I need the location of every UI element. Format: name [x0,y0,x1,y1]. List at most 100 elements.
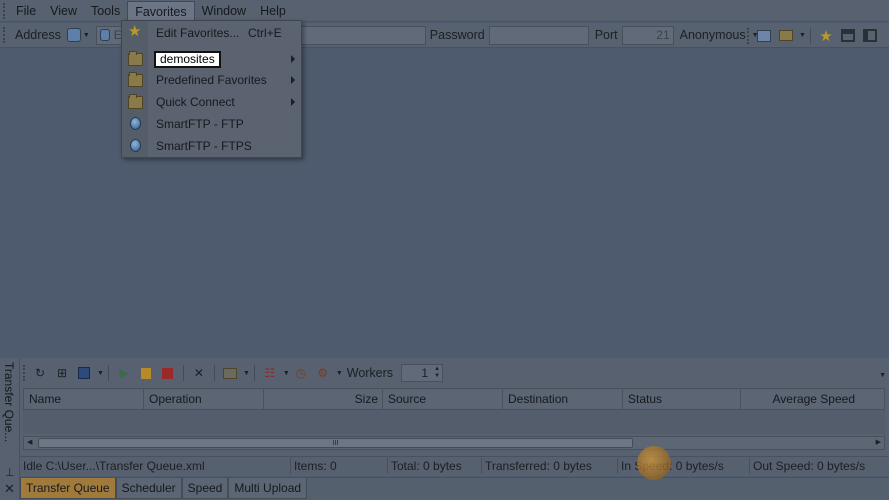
menu-bar: File View Tools Favorites Window Help [0,0,889,22]
add-icon[interactable]: ⊞ [53,365,71,381]
pin-icon[interactable]: ⊥ [5,466,15,479]
scroll-thumb[interactable]: III [38,438,633,448]
favorites-dropdown-menu: ★ Edit Favorites... Ctrl+E demosites Pre… [121,20,302,158]
scroll-thumb-grip: III [332,440,339,447]
scroll-right-icon[interactable]: ▶ [876,438,881,446]
submenu-arrow-icon [291,98,295,106]
column-destination[interactable]: Destination [503,389,623,409]
remove-dropdown-icon[interactable]: ▼ [283,370,290,377]
menu-tools[interactable]: Tools [84,1,127,21]
column-name[interactable]: Name [24,389,144,409]
status-total: Total: 0 bytes [388,457,482,474]
protocol-dropdown-icon[interactable]: ▼ [83,32,90,39]
tab-multi-upload[interactable]: Multi Upload [228,478,308,499]
tab-transfer-queue[interactable]: Transfer Queue [20,478,116,499]
menu-item-label: Edit Favorites... [156,26,240,40]
menu-item-label: SmartFTP - FTP [156,117,244,131]
separator [213,365,215,381]
workers-label: Workers [346,366,394,380]
side-tab-transfer-queue[interactable]: Transfer Que... [2,362,16,442]
transfer-queue-panel: ↻ ⊞ ▼ ▶ ✕ ▼ ☷ ▼ ◷ ⚙ ▼ Workers 1 ▲ ▼ ▼ Na… [20,358,889,476]
transfer-queue-toolbar: ↻ ⊞ ▼ ▶ ✕ ▼ ☷ ▼ ◷ ⚙ ▼ Workers 1 ▲ ▼ [20,362,889,384]
separator [809,27,811,44]
anonymous-label[interactable]: Anonymous [680,28,746,42]
port-input[interactable]: 21 [621,25,674,45]
menu-item-label: SmartFTP - FTPS [156,139,252,153]
password-label: Password [429,28,485,42]
transfer-table-header: Name Operation Size Source Destination S… [23,388,885,410]
menu-window[interactable]: Window [195,1,253,21]
close-icon[interactable]: ✕ [4,481,15,497]
folder-icon [128,51,143,66]
connect-icon[interactable] [755,28,773,44]
tab-speed[interactable]: Speed [181,478,229,499]
menu-item-edit-favorites[interactable]: ★ Edit Favorites... Ctrl+E [122,22,301,44]
options-dropdown-icon[interactable]: ▼ [336,370,343,377]
save-dropdown-icon[interactable]: ▼ [97,370,104,377]
favorites-star-icon[interactable]: ★ [817,28,835,45]
workers-stepper[interactable]: 1 ▲ ▼ [401,364,444,382]
options-icon[interactable]: ⚙ [314,365,332,381]
pause-icon[interactable] [137,365,155,381]
separator [182,365,184,381]
menu-item-label: Predefined Favorites [156,73,267,87]
split-vertical-icon[interactable] [861,28,879,44]
save-icon[interactable] [75,365,93,381]
menu-item-demosites[interactable]: demosites [122,48,301,70]
right-toolbar: ▼ ★ [744,23,881,48]
menu-favorites[interactable]: Favorites [127,0,195,21]
refresh-icon[interactable]: ↻ [31,365,49,381]
transfer-table-body [23,410,885,434]
schedule-icon[interactable]: ◷ [292,365,310,381]
play-icon[interactable]: ▶ [115,365,133,381]
open-dropdown-icon[interactable]: ▼ [799,32,806,39]
menu-view[interactable]: View [43,1,84,21]
submenu-arrow-icon [291,55,295,63]
smartftp-window: File View Tools Favorites Window Help Ad… [0,0,889,500]
menu-item-smartftp-ftps[interactable]: SmartFTP - FTPS [122,135,301,157]
column-operation[interactable]: Operation [144,389,264,409]
folder-dropdown-icon[interactable]: ▼ [243,370,250,377]
menu-file[interactable]: File [9,1,43,21]
globe-lock-icon [130,139,141,152]
column-source[interactable]: Source [383,389,503,409]
workers-value: 1 [421,366,429,380]
toolbar-grip[interactable] [3,27,9,43]
column-status[interactable]: Status [623,389,741,409]
bottom-tab-strip: Transfer Queue Scheduler Speed Multi Upl… [20,477,889,500]
folder-icon[interactable] [221,365,239,381]
open-folder-icon[interactable] [777,28,795,44]
menu-item-label: Quick Connect [156,95,235,109]
status-out-speed: Out Speed: 0 bytes/s [753,458,866,473]
submenu-arrow-icon [291,76,295,84]
toolbar-grip[interactable] [747,27,753,44]
remove-items-icon[interactable]: ☷ [261,365,279,381]
separator [253,365,255,381]
column-size[interactable]: Size [264,389,383,409]
toolbar-overflow-icon[interactable]: ▼ [879,372,886,379]
column-average-speed[interactable]: Average Speed [741,389,865,409]
spin-arrows-icon[interactable]: ▲ ▼ [434,366,440,380]
port-label: Port [594,28,618,42]
menu-item-label: demosites [154,50,221,68]
password-input[interactable] [488,25,589,45]
globe-icon [130,117,141,130]
split-horizontal-icon[interactable] [839,28,857,44]
stop-icon[interactable] [159,365,177,381]
menu-item-smartftp-ftp[interactable]: SmartFTP - FTP [122,113,301,135]
status-transferred: Transferred: 0 bytes [482,457,618,474]
delete-icon[interactable]: ✕ [190,365,208,381]
scroll-left-icon[interactable]: ◀ [27,438,32,446]
protocol-icon[interactable] [66,28,81,42]
menu-item-quick-connect[interactable]: Quick Connect [122,91,301,113]
folder-icon [128,94,143,109]
horizontal-scrollbar[interactable]: ◀ III ▶ [23,436,885,450]
status-items: Items: 0 [291,457,388,474]
toolbar-grip[interactable] [23,365,29,381]
address-label: Address [15,28,61,42]
page-icon [99,29,110,41]
menu-item-shortcut: Ctrl+E [248,26,282,40]
menu-help[interactable]: Help [253,1,293,21]
menu-item-predefined-favorites[interactable]: Predefined Favorites [122,69,301,91]
tab-scheduler[interactable]: Scheduler [115,478,182,499]
